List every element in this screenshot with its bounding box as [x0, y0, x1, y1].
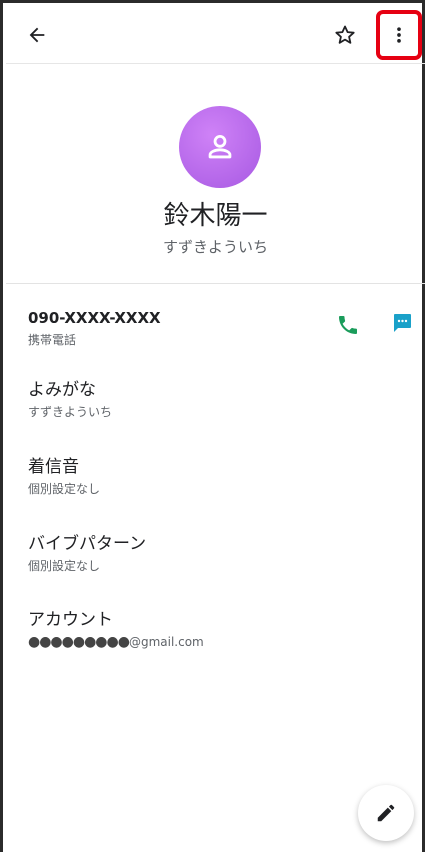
back-button[interactable] [20, 18, 54, 52]
person-icon [208, 134, 232, 159]
contact-name: 鈴木陽一 [163, 201, 268, 231]
account-row[interactable]: アカウント ●●●●●●●●●@gmail.com [28, 609, 408, 650]
send-message-button[interactable] [390, 311, 416, 337]
account-email-domain: @gmail.com [128, 635, 204, 649]
star-outline-icon [335, 25, 355, 44]
edit-contact-fab[interactable] [358, 785, 414, 841]
vibration-pattern-row[interactable]: バイブパターン 個別設定なし [28, 533, 408, 574]
phonetic-label: よみがな [28, 380, 96, 400]
call-button[interactable] [336, 313, 362, 339]
phonetic-row[interactable]: よみがな すずきよういち [28, 379, 408, 420]
ringtone-value: 個別設定なし [28, 482, 101, 496]
contact-detail-screen: 鈴木陽一 すずきよういち 090-XXXX-XXXX 携帯電話 よみがな すずき… [0, 0, 425, 852]
arrow-left-icon [29, 27, 45, 43]
more-options-button[interactable] [376, 10, 422, 60]
account-email: ●●●●●●●●●@gmail.com [28, 634, 408, 650]
header-divider [6, 283, 425, 284]
phonetic-value: すずきよういち [28, 405, 113, 419]
contact-phonetic-name: すずきよういち [162, 238, 268, 256]
ringtone-row[interactable]: 着信音 個別設定なし [28, 456, 408, 497]
account-email-masked: ●●●●●●●●● [28, 634, 130, 650]
phone-icon [339, 316, 357, 334]
chat-bubble-icon [394, 314, 411, 332]
more-vertical-icon [397, 27, 401, 43]
account-label: アカウント [28, 610, 113, 630]
pencil-icon [377, 804, 395, 822]
ringtone-label: 着信音 [28, 457, 79, 477]
vibration-pattern-label: バイブパターン [28, 534, 147, 554]
favorite-button[interactable] [328, 18, 362, 52]
vibration-pattern-value: 個別設定なし [28, 559, 101, 573]
contact-avatar [179, 106, 261, 188]
top-app-bar [6, 6, 425, 64]
